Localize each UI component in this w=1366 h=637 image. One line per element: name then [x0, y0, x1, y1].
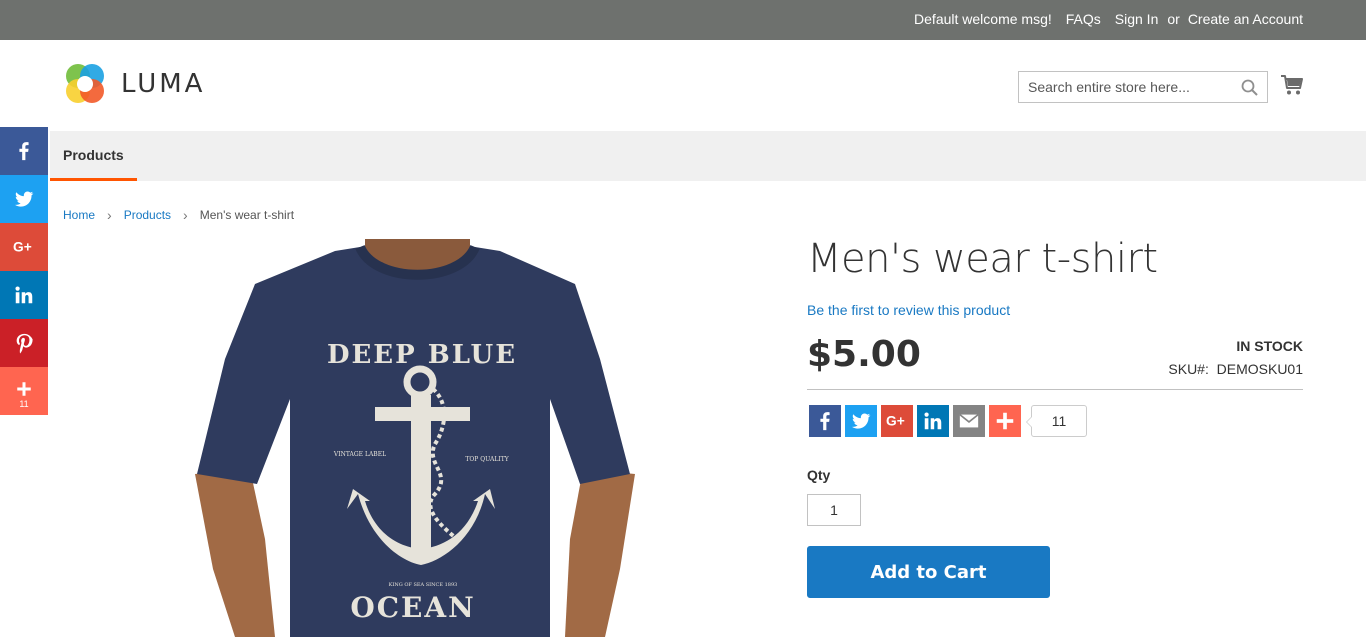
linkedin-icon — [15, 286, 33, 304]
chevron-right-icon: › — [183, 207, 188, 223]
qty-label: Qty — [807, 467, 831, 483]
share-facebook-button[interactable] — [809, 405, 841, 437]
luma-logo-icon — [66, 64, 104, 103]
nav-item-products[interactable]: Products — [50, 131, 137, 181]
logo[interactable]: LUMA — [63, 62, 205, 106]
sign-in-link[interactable]: Sign In — [1115, 11, 1159, 27]
divider — [807, 389, 1303, 390]
sidebar-share-twitter[interactable] — [0, 175, 48, 223]
breadcrumb-current: Men's wear t-shirt — [199, 208, 295, 222]
search-box — [1018, 71, 1268, 103]
sidebar-share-google-plus[interactable]: G+ — [0, 223, 48, 271]
header: LUMA — [0, 40, 1366, 131]
search-input[interactable] — [1019, 72, 1229, 102]
sidebar-share-more[interactable]: 11 — [0, 367, 48, 415]
google-plus-icon: G+ — [886, 414, 905, 429]
product-image[interactable]: DEEP BLUE VINTAGE LABEL TOP QUALITY KING… — [195, 239, 635, 637]
or-text: or — [1167, 11, 1180, 27]
create-account-link[interactable]: Create an Account — [1188, 11, 1303, 27]
breadcrumb-products[interactable]: Products — [124, 208, 171, 222]
sku: SKU#: DEMOSKU01 — [1168, 361, 1303, 377]
sku-value: DEMOSKU01 — [1216, 361, 1303, 377]
plus-icon — [17, 381, 31, 396]
top-links: Default welcome msg! FAQs Sign In or Cre… — [914, 11, 1303, 27]
print-top-text: DEEP BLUE — [327, 340, 517, 370]
product-title: Men's wear t-shirt — [807, 236, 1158, 282]
pinterest-icon — [16, 333, 33, 354]
facebook-icon — [820, 412, 830, 431]
sidebar-share-pinterest[interactable] — [0, 319, 48, 367]
chevron-right-icon: › — [107, 207, 112, 223]
sidebar-share-linkedin[interactable] — [0, 271, 48, 319]
logo-text: LUMA — [121, 69, 206, 99]
social-sidebar: G+ 11 — [0, 127, 48, 415]
facebook-icon — [19, 142, 29, 161]
qty-input[interactable] — [807, 494, 861, 526]
share-twitter-button[interactable] — [845, 405, 877, 437]
email-icon — [959, 413, 979, 428]
sku-label: SKU#: — [1168, 361, 1209, 377]
google-plus-icon: G+ — [13, 240, 32, 255]
svg-text:G+: G+ — [886, 414, 905, 429]
print-left-text: VINTAGE LABEL — [333, 451, 386, 458]
review-link[interactable]: Be the first to review this product — [807, 302, 1010, 318]
share-more-button[interactable] — [989, 405, 1021, 437]
welcome-message: Default welcome msg! — [914, 11, 1052, 27]
linkedin-icon — [924, 412, 942, 430]
twitter-icon — [15, 191, 34, 207]
top-bar: Default welcome msg! FAQs Sign In or Cre… — [0, 0, 1366, 40]
stock-status: In stock — [1236, 338, 1303, 354]
sidebar-share-facebook[interactable] — [0, 127, 48, 175]
print-bottom-text: OCEAN — [350, 591, 475, 624]
search-icon[interactable] — [1241, 79, 1258, 96]
sidebar-share-count: 11 — [19, 398, 29, 409]
share-count: 11 — [1026, 405, 1087, 437]
faqs-link[interactable]: FAQs — [1066, 11, 1101, 27]
share-linkedin-button[interactable] — [917, 405, 949, 437]
print-right-text: TOP QUALITY — [465, 456, 509, 463]
share-email-button[interactable] — [953, 405, 985, 437]
share-google-plus-button[interactable]: G+ — [881, 405, 913, 437]
print-tagline-text: KING OF SEA SINCE 1893 — [389, 582, 458, 588]
breadcrumb-home[interactable]: Home — [63, 208, 95, 222]
cart-icon[interactable] — [1280, 73, 1304, 97]
tshirt-image: DEEP BLUE VINTAGE LABEL TOP QUALITY KING… — [195, 239, 635, 637]
svg-text:G+: G+ — [13, 240, 32, 255]
twitter-icon — [852, 413, 871, 429]
breadcrumb: Home › Products › Men's wear t-shirt — [63, 207, 294, 223]
main-nav: Products — [50, 131, 1366, 181]
add-to-cart-button[interactable]: Add to Cart — [807, 546, 1050, 598]
product-price: $5.00 — [807, 334, 921, 375]
share-buttons: G+ 11 — [809, 405, 1087, 437]
plus-icon — [996, 412, 1014, 430]
